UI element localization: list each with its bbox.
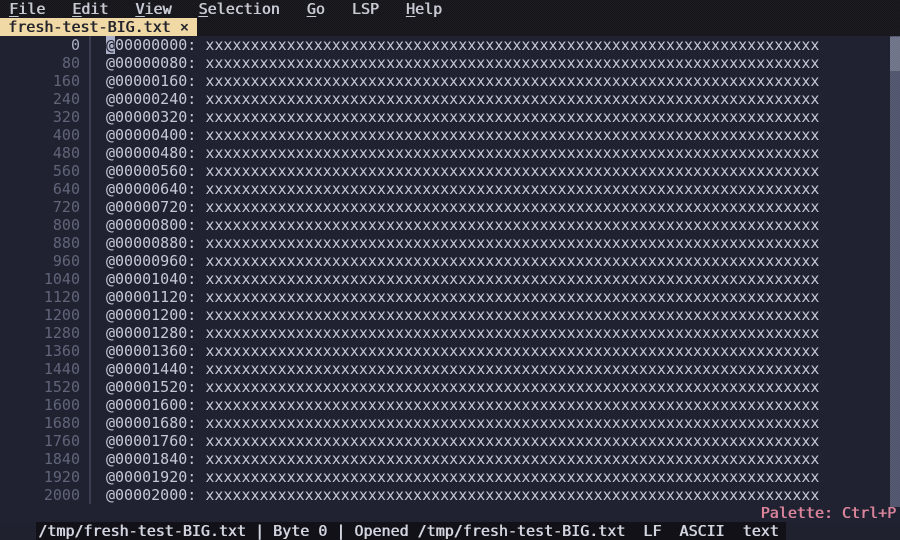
line-number: 800 <box>52 216 80 234</box>
line-content: @00000240: xxxxxxxxxxxxxxxxxxxxxxxxxxxxx… <box>89 90 819 108</box>
line-content: @00000160: xxxxxxxxxxxxxxxxxxxxxxxxxxxxx… <box>89 72 819 90</box>
editor-line[interactable]: 240 @00000240: xxxxxxxxxxxxxxxxxxxxxxxxxx… <box>0 90 900 108</box>
line-number: 1920 <box>43 468 80 486</box>
tab-fresh-test-big[interactable]: fresh-test-BIG.txt × <box>0 18 197 36</box>
editor-window: File Edit View Selection Go LSP Help fresh-tes… <box>0 0 900 540</box>
menu-item-file[interactable]: File <box>9 0 45 18</box>
editor-line[interactable]: 1920 @00001920: xxxxxxxxxxxxxxxxxxxxxxxxx… <box>0 468 900 486</box>
scrollbar-thumb[interactable] <box>890 37 900 71</box>
line-content: @00002000: xxxxxxxxxxxxxxxxxxxxxxxxxxxxx… <box>89 486 819 504</box>
scrollbar-track[interactable] <box>890 36 900 507</box>
editor-line[interactable]: 880 @00000880: xxxxxxxxxxxxxxxxxxxxxxxxxx… <box>0 234 900 252</box>
line-number: 80 <box>61 54 80 72</box>
editor-line[interactable]: 1760 @00001760: xxxxxxxxxxxxxxxxxxxxxxxxx… <box>0 432 900 450</box>
line-content: @00000320: xxxxxxxxxxxxxxxxxxxxxxxxxxxxx… <box>89 108 819 126</box>
line-content: @00000480: xxxxxxxxxxxxxxxxxxxxxxxxxxxxx… <box>89 144 819 162</box>
editor-line[interactable]: 0 @00000000: xxxxxxxxxxxxxxxxxxxxxxxxxxxx… <box>0 36 900 54</box>
line-number: 240 <box>52 90 80 108</box>
editor-line[interactable]: 960 @00000960: xxxxxxxxxxxxxxxxxxxxxxxxxx… <box>0 252 900 270</box>
editor-line[interactable]: 1840 @00001840: xxxxxxxxxxxxxxxxxxxxxxxxx… <box>0 450 900 468</box>
line-number: 320 <box>52 108 80 126</box>
tab-label: fresh-test-BIG.txt <box>8 18 171 36</box>
editor-line[interactable]: 1440 @00001440: xxxxxxxxxxxxxxxxxxxxxxxxx… <box>0 360 900 378</box>
line-content: @00000080: xxxxxxxxxxxxxxxxxxxxxxxxxxxxx… <box>89 54 819 72</box>
line-content: @00001360: xxxxxxxxxxxxxxxxxxxxxxxxxxxxx… <box>89 342 819 360</box>
line-content: @00001280: xxxxxxxxxxxxxxxxxxxxxxxxxxxxx… <box>89 324 819 342</box>
line-content: @00001760: xxxxxxxxxxxxxxxxxxxxxxxxxxxxx… <box>89 432 819 450</box>
editor-line[interactable]: 400 @00000400: xxxxxxxxxxxxxxxxxxxxxxxxxx… <box>0 126 900 144</box>
line-content: @00000400: xxxxxxxxxxxxxxxxxxxxxxxxxxxxx… <box>89 126 819 144</box>
line-number: 1200 <box>43 306 80 324</box>
editor-line[interactable]: 1680 @00001680: xxxxxxxxxxxxxxxxxxxxxxxxx… <box>0 414 900 432</box>
editor-area[interactable]: 0 @00000000: xxxxxxxxxxxxxxxxxxxxxxxxxxxx… <box>0 36 900 504</box>
line-content: @00001440: xxxxxxxxxxxxxxxxxxxxxxxxxxxxx… <box>89 360 819 378</box>
line-number: 1040 <box>43 270 80 288</box>
editor-line[interactable]: 160 @00000160: xxxxxxxxxxxxxxxxxxxxxxxxxx… <box>0 72 900 90</box>
line-content: @00001520: xxxxxxxxxxxxxxxxxxxxxxxxxxxxx… <box>89 378 819 396</box>
line-content: @00000880: xxxxxxxxxxxxxxxxxxxxxxxxxxxxx… <box>89 234 819 252</box>
editor-line[interactable]: 1520 @00001520: xxxxxxxxxxxxxxxxxxxxxxxxx… <box>0 378 900 396</box>
palette-hint: Palette: Ctrl+P <box>760 504 896 522</box>
line-number: 1680 <box>43 414 80 432</box>
line-number: 560 <box>52 162 80 180</box>
line-number: 1440 <box>43 360 80 378</box>
line-content: @00000960: xxxxxxxxxxxxxxxxxxxxxxxxxxxxx… <box>89 252 819 270</box>
editor-line[interactable]: 1360 @00001360: xxxxxxxxxxxxxxxxxxxxxxxxx… <box>0 342 900 360</box>
tab-close-icon[interactable]: × <box>180 18 189 36</box>
line-number: 720 <box>52 198 80 216</box>
line-number: 880 <box>52 234 80 252</box>
line-content: @00000000: xxxxxxxxxxxxxxxxxxxxxxxxxxxxx… <box>89 36 819 54</box>
line-number: 0 <box>70 36 80 54</box>
editor-line[interactable]: 1200 @00001200: xxxxxxxxxxxxxxxxxxxxxxxxx… <box>0 306 900 324</box>
line-content: @00001840: xxxxxxxxxxxxxxxxxxxxxxxxxxxxx… <box>89 450 819 468</box>
menu-item-view[interactable]: View <box>135 0 171 18</box>
menu-item-selection[interactable]: Selection <box>198 0 279 18</box>
editor-line[interactable]: 2000 @00002000: xxxxxxxxxxxxxxxxxxxxxxxxx… <box>0 486 900 504</box>
line-content: @00000720: xxxxxxxxxxxxxxxxxxxxxxxxxxxxx… <box>89 198 819 216</box>
line-content: @00001040: xxxxxxxxxxxxxxxxxxxxxxxxxxxxx… <box>89 270 819 288</box>
line-content: @00001680: xxxxxxxxxxxxxxxxxxxxxxxxxxxxx… <box>89 414 819 432</box>
line-number: 1840 <box>43 450 80 468</box>
line-number: 160 <box>52 72 80 90</box>
line-content: @00000800: xxxxxxxxxxxxxxxxxxxxxxxxxxxxx… <box>89 216 819 234</box>
line-content: @00001920: xxxxxxxxxxxxxxxxxxxxxxxxxxxxx… <box>89 468 819 486</box>
editor-line[interactable]: 480 @00000480: xxxxxxxxxxxxxxxxxxxxxxxxxx… <box>0 144 900 162</box>
line-number: 1600 <box>43 396 80 414</box>
line-number: 1520 <box>43 378 80 396</box>
editor-line[interactable]: 720 @00000720: xxxxxxxxxxxxxxxxxxxxxxxxxx… <box>0 198 900 216</box>
editor-line[interactable]: 1120 @00001120: xxxxxxxxxxxxxxxxxxxxxxxxx… <box>0 288 900 306</box>
menu-item-lsp[interactable]: LSP <box>352 0 379 18</box>
text-cursor: @ <box>106 36 116 54</box>
editor-line[interactable]: 320 @00000320: xxxxxxxxxxxxxxxxxxxxxxxxxx… <box>0 108 900 126</box>
status-bar: /tmp/fresh-test-BIG.txt | Byte 0 | Opene… <box>0 504 900 540</box>
line-content: @00001600: xxxxxxxxxxxxxxxxxxxxxxxxxxxxx… <box>89 396 819 414</box>
editor-line[interactable]: 1280 @00001280: xxxxxxxxxxxxxxxxxxxxxxxxx… <box>0 324 900 342</box>
menu-bar: File Edit View Selection Go LSP Help <box>0 0 900 18</box>
menu-item-help[interactable]: Help <box>406 0 442 18</box>
editor-line[interactable]: 560 @00000560: xxxxxxxxxxxxxxxxxxxxxxxxxx… <box>0 162 900 180</box>
line-number: 2000 <box>43 486 80 504</box>
line-number: 1760 <box>43 432 80 450</box>
line-number: 1360 <box>43 342 80 360</box>
line-number: 1120 <box>43 288 80 306</box>
editor-line[interactable]: 1600 @00001600: xxxxxxxxxxxxxxxxxxxxxxxxx… <box>0 396 900 414</box>
line-content: @00000560: xxxxxxxxxxxxxxxxxxxxxxxxxxxxx… <box>89 162 819 180</box>
line-number: 640 <box>52 180 80 198</box>
editor-line[interactable]: 640 @00000640: xxxxxxxxxxxxxxxxxxxxxxxxxx… <box>0 180 900 198</box>
editor-line[interactable]: 80 @00000080: xxxxxxxxxxxxxxxxxxxxxxxxxxx… <box>0 54 900 72</box>
line-content: @00001120: xxxxxxxxxxxxxxxxxxxxxxxxxxxxx… <box>89 288 819 306</box>
line-content: @00001200: xxxxxxxxxxxxxxxxxxxxxxxxxxxxx… <box>89 306 819 324</box>
line-number: 480 <box>52 144 80 162</box>
line-content: @00000640: xxxxxxxxxxxxxxxxxxxxxxxxxxxxx… <box>89 180 819 198</box>
line-number: 960 <box>52 252 80 270</box>
tab-bar: fresh-test-BIG.txt × <box>0 18 900 36</box>
menu-item-edit[interactable]: Edit <box>72 0 108 18</box>
editor-line[interactable]: 1040 @00001040: xxxxxxxxxxxxxxxxxxxxxxxxx… <box>0 270 900 288</box>
line-number: 1280 <box>43 324 80 342</box>
status-info: /tmp/fresh-test-BIG.txt | Byte 0 | Opene… <box>36 522 786 540</box>
menu-item-go[interactable]: Go <box>307 0 325 18</box>
editor-line[interactable]: 800 @00000800: xxxxxxxxxxxxxxxxxxxxxxxxxx… <box>0 216 900 234</box>
line-number: 400 <box>52 126 80 144</box>
